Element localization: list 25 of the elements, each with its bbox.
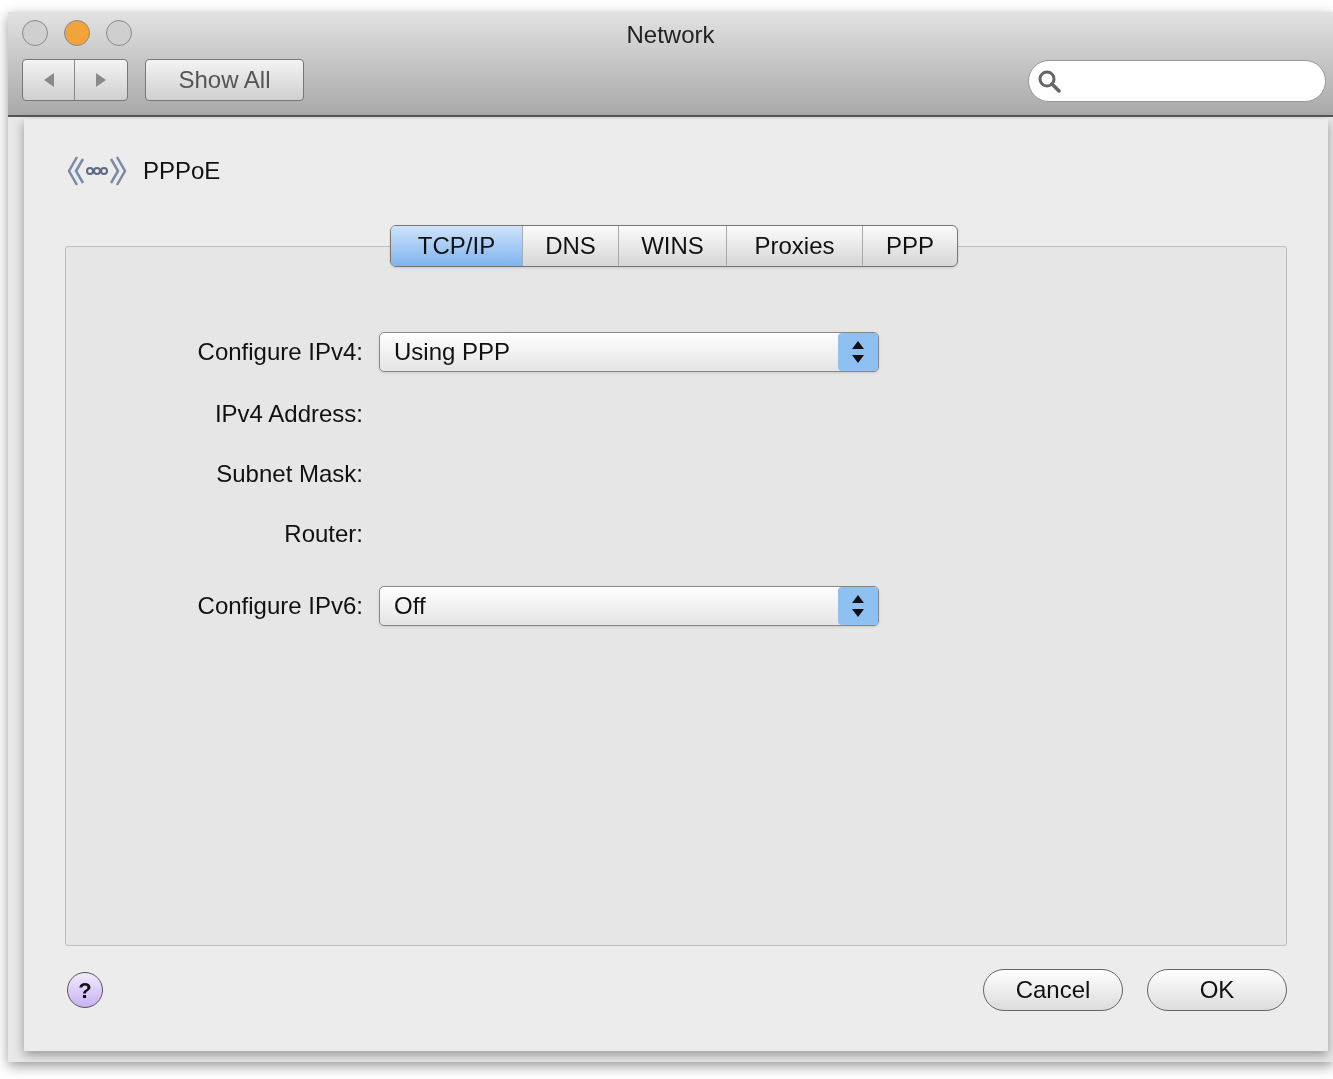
help-button[interactable]: ? <box>67 972 103 1008</box>
tab[interactable]: PPP <box>863 226 957 266</box>
stepper-arrows-icon <box>838 587 878 625</box>
dialog-button[interactable]: OK <box>1147 969 1287 1011</box>
tab[interactable]: TCP/IP <box>391 226 523 266</box>
tab[interactable]: Proxies <box>727 226 863 266</box>
search-field[interactable] <box>1028 60 1326 102</box>
popup-button[interactable]: Off <box>379 586 879 626</box>
show-all-button[interactable]: Show All <box>145 59 304 101</box>
service-name: PPPoE <box>143 156 221 186</box>
tab[interactable]: WINS <box>619 226 727 266</box>
field-label: IPv4 Address: <box>213 399 363 429</box>
window-control-button[interactable] <box>64 20 90 46</box>
field-label: Subnet Mask: <box>215 459 363 489</box>
window-title: Network <box>626 20 715 50</box>
dialog-button[interactable]: Cancel <box>983 969 1123 1011</box>
stepper-arrows-icon <box>838 333 878 371</box>
window-control-button[interactable] <box>106 20 132 46</box>
field-label: Configure IPv4: <box>196 337 363 367</box>
field-label: Configure IPv6: <box>196 591 363 621</box>
field-label: Router: <box>283 519 363 549</box>
popup-button[interactable]: Using PPP <box>379 332 879 372</box>
window-control-button[interactable] <box>22 20 48 46</box>
tab[interactable]: DNS <box>523 226 619 266</box>
search-icon <box>1037 69 1061 93</box>
